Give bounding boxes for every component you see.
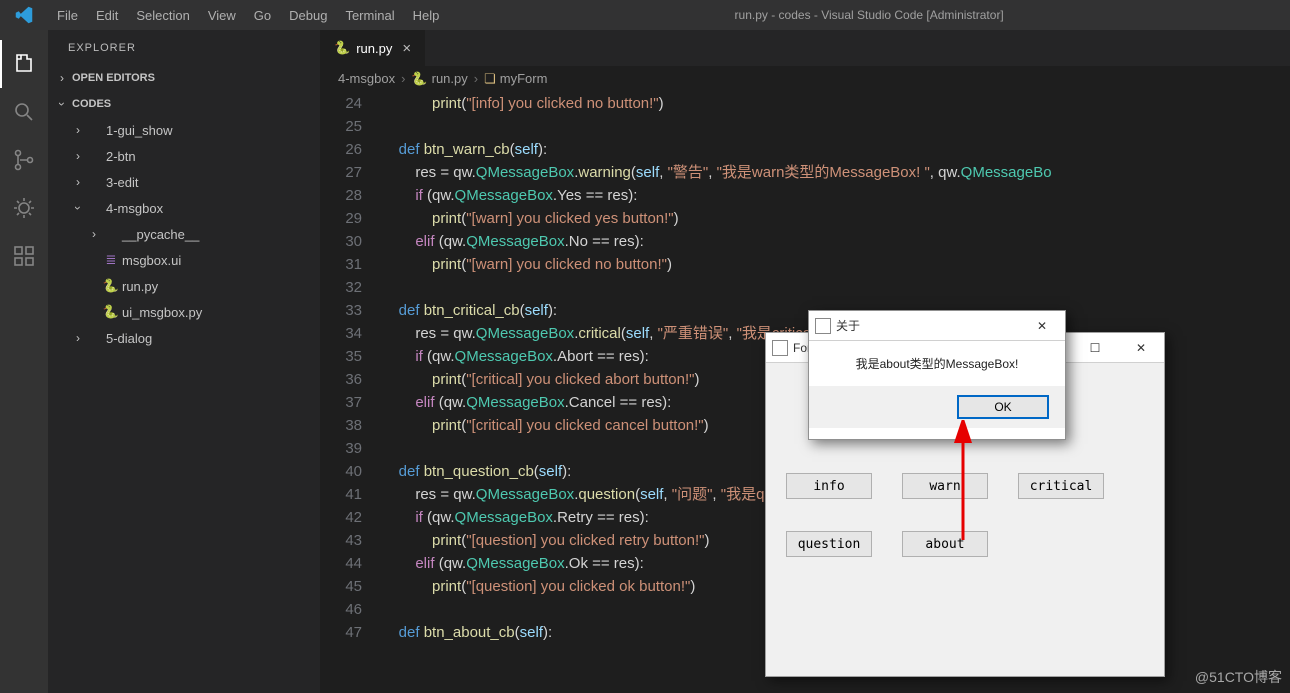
close-window-icon[interactable]: ✕ bbox=[1118, 333, 1164, 363]
section-open-editors[interactable]: ›OPEN EDITORS bbox=[48, 65, 320, 91]
titlebar: FileEditSelectionViewGoDebugTerminalHelp… bbox=[0, 0, 1290, 30]
ok-button[interactable]: OK bbox=[957, 395, 1049, 419]
explorer-icon[interactable] bbox=[0, 40, 48, 88]
section-root[interactable]: ›CODES bbox=[48, 91, 320, 117]
tree-label: __pycache__ bbox=[122, 227, 199, 242]
tree-label: 1-gui_show bbox=[106, 123, 173, 138]
msgbox-title: 关于 bbox=[836, 317, 860, 334]
question-button[interactable]: question bbox=[786, 531, 872, 557]
python-file-icon: 🐍 bbox=[334, 40, 350, 56]
folder-5-dialog[interactable]: ›5-dialog bbox=[48, 325, 320, 351]
menu-view[interactable]: View bbox=[199, 8, 245, 23]
file-tree: ›OPEN EDITORS ›CODES ›1-gui_show›2-btn›3… bbox=[48, 65, 320, 351]
about-messagebox[interactable]: 关于 ✕ 我是about类型的MessageBox! OK bbox=[808, 310, 1066, 440]
folder-3-edit[interactable]: ›3-edit bbox=[48, 169, 320, 195]
menu-file[interactable]: File bbox=[48, 8, 87, 23]
source-control-icon[interactable] bbox=[0, 136, 48, 184]
vscode-logo-icon bbox=[0, 6, 48, 24]
maximize-icon[interactable]: ☐ bbox=[1072, 333, 1118, 363]
explorer-sidebar: EXPLORER ›OPEN EDITORS ›CODES ›1-gui_sho… bbox=[48, 30, 320, 693]
menu-selection[interactable]: Selection bbox=[127, 8, 198, 23]
close-icon[interactable]: × bbox=[402, 40, 411, 57]
tree-label: 4-msgbox bbox=[106, 201, 163, 216]
info-button[interactable]: info bbox=[786, 473, 872, 499]
warn-button[interactable]: warn bbox=[902, 473, 988, 499]
file-ui-msgbox-py[interactable]: 🐍ui_msgbox.py bbox=[48, 299, 320, 325]
critical-button[interactable]: critical bbox=[1018, 473, 1104, 499]
tree-label: ui_msgbox.py bbox=[122, 305, 202, 320]
folder-4-msgbox[interactable]: ›4-msgbox bbox=[48, 195, 320, 221]
tab-run-py[interactable]: 🐍 run.py × bbox=[320, 30, 426, 66]
window-icon bbox=[772, 340, 788, 356]
tree-label: run.py bbox=[122, 279, 158, 294]
extensions-icon[interactable] bbox=[0, 232, 48, 280]
activity-bar bbox=[0, 30, 48, 693]
msgbox-titlebar[interactable]: 关于 ✕ bbox=[809, 311, 1065, 341]
msgbox-text: 我是about类型的MessageBox! bbox=[809, 341, 1065, 386]
tree-label: 2-btn bbox=[106, 149, 136, 164]
tree-label: 5-dialog bbox=[106, 331, 152, 346]
python-file-icon: 🐍 bbox=[102, 304, 120, 320]
editor-tabs: 🐍 run.py × bbox=[320, 30, 1290, 66]
tree-label: 3-edit bbox=[106, 175, 139, 190]
file-run-py[interactable]: 🐍run.py bbox=[48, 273, 320, 299]
menu-debug[interactable]: Debug bbox=[280, 8, 336, 23]
menu-terminal[interactable]: Terminal bbox=[336, 8, 403, 23]
tree-label: msgbox.ui bbox=[122, 253, 181, 268]
sidebar-title: EXPLORER bbox=[48, 30, 320, 65]
folder--pycache-[interactable]: ›__pycache__ bbox=[48, 221, 320, 247]
about-button[interactable]: about bbox=[902, 531, 988, 557]
close-msgbox-icon[interactable]: ✕ bbox=[1019, 311, 1065, 341]
python-file-icon: 🐍 bbox=[102, 278, 120, 294]
menu-help[interactable]: Help bbox=[404, 8, 449, 23]
menu-edit[interactable]: Edit bbox=[87, 8, 127, 23]
folder-2-btn[interactable]: ›2-btn bbox=[48, 143, 320, 169]
debug-icon[interactable] bbox=[0, 184, 48, 232]
tab-label: run.py bbox=[356, 41, 392, 56]
window-icon bbox=[815, 318, 831, 334]
ui-file-icon: ≣ bbox=[102, 252, 120, 268]
app-title: run.py - codes - Visual Studio Code [Adm… bbox=[448, 8, 1290, 22]
breadcrumbs[interactable]: 4-msgbox› 🐍run.py› ❏myForm bbox=[320, 66, 1290, 92]
menu-go[interactable]: Go bbox=[245, 8, 280, 23]
folder-1-gui-show[interactable]: ›1-gui_show bbox=[48, 117, 320, 143]
search-icon[interactable] bbox=[0, 88, 48, 136]
line-gutter: 2425262728293031323334353637383940414243… bbox=[320, 92, 382, 693]
watermark: @51CTO博客 bbox=[1195, 667, 1282, 687]
file-msgbox-ui[interactable]: ≣msgbox.ui bbox=[48, 247, 320, 273]
